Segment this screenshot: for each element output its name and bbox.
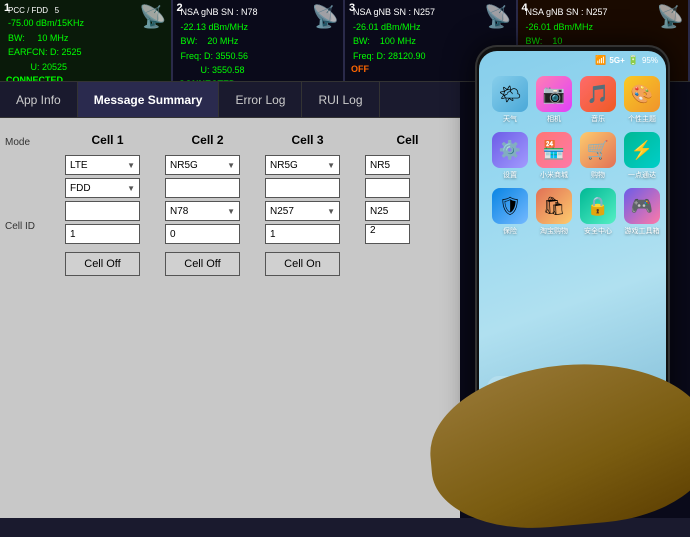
tab-app-info[interactable]: App Info xyxy=(0,82,78,117)
label-cell-id: Cell ID xyxy=(5,212,50,240)
tab-error-log[interactable]: Error Log xyxy=(219,82,302,117)
cell3-on-button[interactable]: Cell On xyxy=(265,252,340,276)
app-camera[interactable]: 📷 相机 xyxy=(536,76,572,124)
cell2-cellid-input[interactable]: 0 xyxy=(165,224,240,244)
cell-2-bw: BW: 20 MHz xyxy=(181,35,338,48)
cell-2-freqd: Freq: D: 3550.56 xyxy=(181,50,338,63)
app-insurance[interactable]: 🛡 保险 xyxy=(492,188,528,236)
label-duplex xyxy=(5,156,50,184)
cell-config-4: Cell NR5 N25 2 xyxy=(365,133,450,276)
app-games[interactable]: 🎮 游戏工具箱 xyxy=(624,188,660,236)
navigation-tabs: App Info Message Summary Error Log RUI L… xyxy=(0,82,460,118)
app-weather[interactable]: 🌤 天气 xyxy=(492,76,528,124)
hand-shape xyxy=(424,353,690,537)
cell1-mode-select[interactable]: LTE ▼ xyxy=(65,155,140,175)
phone-battery-label: 95% xyxy=(642,56,658,65)
cell-panel-1: 1 PCC / FDD 5 -75.00 dBm/15KHz BW: 10 MH… xyxy=(0,0,173,81)
cell-panel-2: 2 NSA gNB SN : N78 -22.13 dBm/MHz BW: 20… xyxy=(173,0,346,81)
phone-5g-label: 5G+ xyxy=(609,56,624,65)
cell4-blank-input[interactable] xyxy=(365,178,410,198)
phone-signal-icon: 📶 xyxy=(595,55,606,66)
app-music[interactable]: 🎵 音乐 xyxy=(580,76,616,124)
label-band xyxy=(5,184,50,212)
phone-status-icons: 📶 5G+ 🔋 95% xyxy=(595,55,658,66)
cell-1-tower-icon: 📡 xyxy=(139,4,166,30)
app-express[interactable]: ⚡ 一点通达 xyxy=(624,132,660,180)
app-taobao[interactable]: 🛍 淘宝购物 xyxy=(536,188,572,236)
cell-config-1-header: Cell 1 xyxy=(65,133,150,147)
cell-1-earfcnd: EARFCN: D: 2525 xyxy=(8,46,165,59)
cell-2-status: CONNECTED xyxy=(179,79,338,81)
app-theme[interactable]: 🎨 个性主题 xyxy=(624,76,660,124)
cell1-off-button[interactable]: Cell Off xyxy=(65,252,140,276)
cell-config-3: Cell 3 NR5G ▼ N257 ▼ 1 Cell On xyxy=(265,133,350,276)
cell2-off-button[interactable]: Cell Off xyxy=(165,252,240,276)
phone-battery-icon: 🔋 xyxy=(628,55,639,66)
app-shop[interactable]: 🛒 购物 xyxy=(580,132,616,180)
cell1-duplex-select[interactable]: FDD ▼ xyxy=(65,178,140,198)
cell2-mode-select[interactable]: NR5G ▼ xyxy=(165,155,240,175)
cell1-cellid-input[interactable]: 1 xyxy=(65,224,140,244)
label-mode: Mode xyxy=(5,128,50,156)
cell-3-number: 3 xyxy=(349,2,355,14)
cell3-mode-select[interactable]: NR5G ▼ xyxy=(265,155,340,175)
cell2-blank-input[interactable] xyxy=(165,178,240,198)
cell-1-bw: BW: 10 MHz xyxy=(8,32,165,45)
tab-message-summary[interactable]: Message Summary xyxy=(78,82,220,117)
cell-config-1: Cell 1 LTE ▼ FDD ▼ 1 Cell Off xyxy=(65,133,150,276)
cell-2-frequ: U: 3550.58 xyxy=(181,64,338,77)
app-settings[interactable]: ⚙️ 设置 xyxy=(492,132,528,180)
phone-container: 📶 5G+ 🔋 95% 🌤 天气 📷 相机 🎵 xyxy=(460,15,680,495)
cell-config-2: Cell 2 NR5G ▼ N78 ▼ 0 Cell Off xyxy=(165,133,250,276)
cell-1-status: CONNECTED xyxy=(6,75,165,81)
cell-4-number: 4 xyxy=(522,2,528,14)
cell4-cellid-input[interactable]: 2 xyxy=(365,224,410,244)
app-xiaomi[interactable]: 🏪 小米商城 xyxy=(536,132,572,180)
cell-config-4-header: Cell xyxy=(365,133,450,147)
phone-status-bar: 📶 5G+ 🔋 95% xyxy=(479,51,666,69)
cell2-band-select[interactable]: N78 ▼ xyxy=(165,201,240,221)
cell-2-number: 2 xyxy=(177,2,183,14)
cell4-band-select[interactable]: N25 xyxy=(365,201,410,221)
tab-rui-log[interactable]: RUI Log xyxy=(302,82,379,117)
cell-config-3-header: Cell 3 xyxy=(265,133,350,147)
app-security[interactable]: 🔒 安全中心 xyxy=(580,188,616,236)
cell-1-earfcnu: U: 20525 xyxy=(8,61,165,74)
cell-1-number: 1 xyxy=(4,2,10,14)
app-grid: 🌤 天气 📷 相机 🎵 音乐 🎨 个性主题 ⚙️ xyxy=(487,71,658,241)
cell1-band-input[interactable] xyxy=(65,201,140,221)
cell4-mode-select[interactable]: NR5 xyxy=(365,155,410,175)
cell3-blank-input[interactable] xyxy=(265,178,340,198)
cell-config-2-header: Cell 2 xyxy=(165,133,250,147)
main-content-area: Mode Cell ID Cell 1 LTE ▼ FDD ▼ 1 Cell O… xyxy=(0,118,460,518)
cell3-band-select[interactable]: N257 ▼ xyxy=(265,201,340,221)
cell-2-tower-icon: 📡 xyxy=(312,4,339,30)
cell3-cellid-input[interactable]: 1 xyxy=(265,224,340,244)
